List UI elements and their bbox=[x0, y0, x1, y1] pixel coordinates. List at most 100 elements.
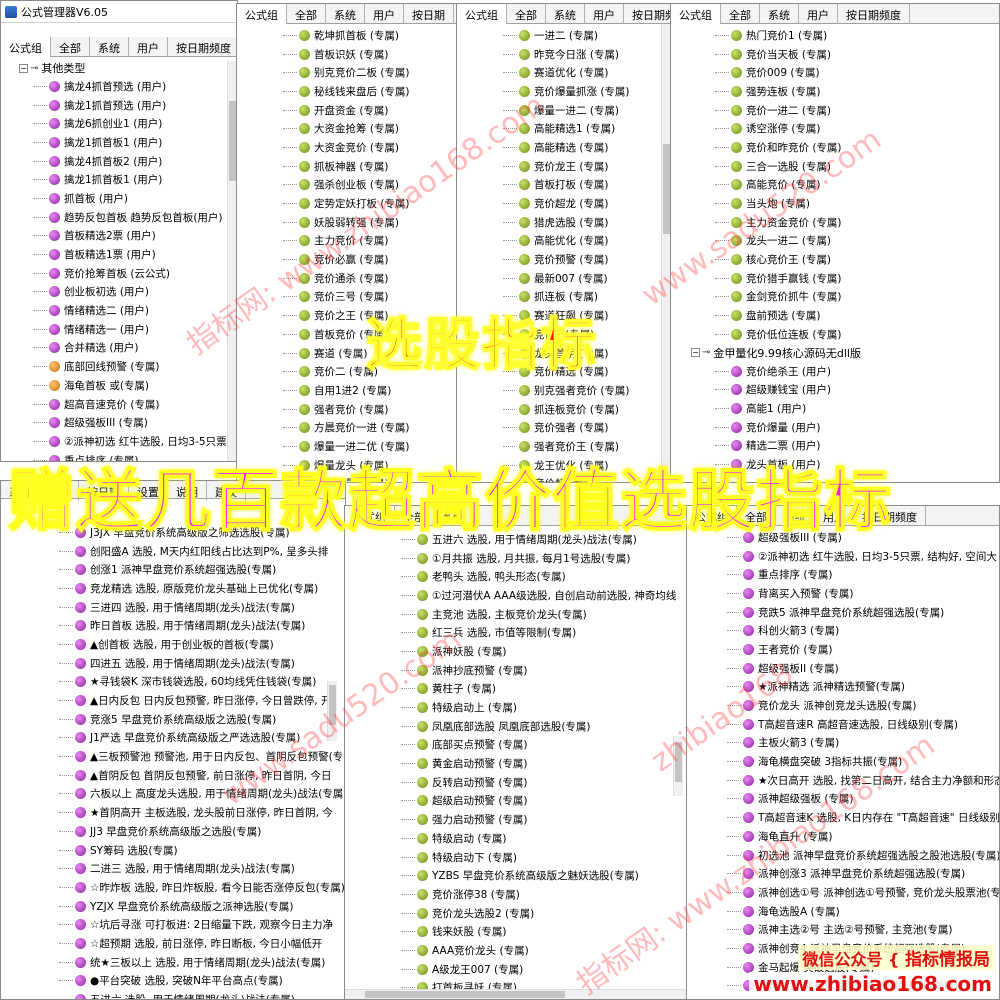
formula-item[interactable]: 四进五 选股, 用于情绪周期(龙头)战法(专属) bbox=[59, 654, 345, 673]
scroll-thumb[interactable] bbox=[365, 991, 565, 998]
formula-item[interactable]: 热门竞价1 (专属) bbox=[715, 26, 999, 45]
formula-item[interactable]: J1严选 早盘竞价系统高级版之严选选股(专属) bbox=[59, 729, 345, 748]
formula-item[interactable]: 妖股弱转强 (专属) bbox=[283, 213, 457, 232]
formula-item[interactable]: 首板识妖 (专属) bbox=[283, 45, 457, 64]
formula-item[interactable]: ☆坑后寻涨 可打板进: 2日缩量下跌, 观察今日主力净 bbox=[59, 915, 345, 934]
collapse-toggle-icon[interactable]: − bbox=[19, 63, 28, 73]
formula-item[interactable]: 科创火箭3 (专属) bbox=[727, 621, 999, 640]
formula-item[interactable]: 自用1进2 (专属) bbox=[283, 381, 457, 400]
formula-item[interactable]: ★寻钱袋K 深市钱袋选股, 60均线凭住钱袋(专属) bbox=[59, 673, 345, 692]
formula-item[interactable]: A级龙王007 (专属) bbox=[401, 960, 689, 979]
formula-item[interactable]: 老鸭头 选股, 鸭头形态(专属) bbox=[401, 567, 689, 586]
scroll-thumb[interactable] bbox=[229, 101, 236, 181]
formula-item[interactable]: 反转启动预警 (专属) bbox=[401, 773, 689, 792]
tab-user[interactable]: 用户 bbox=[799, 4, 838, 24]
formula-item[interactable]: YZJX 早盘竞价系统高级版之派神选股(专属) bbox=[59, 897, 345, 916]
formula-item[interactable]: ☆超预期 选股, 前日涨停, 昨日断板, 今日小幅低开 bbox=[59, 934, 345, 953]
formula-item[interactable]: 王者竞价 (专属) bbox=[727, 640, 999, 659]
formula-item[interactable]: 超级强板II (专属) bbox=[727, 659, 999, 678]
tab-by-date-frequency[interactable]: 按日期频度 bbox=[168, 37, 237, 57]
formula-item[interactable]: 派神创选①号 派神创选①号预警, 竞价龙头股票池(专 bbox=[727, 883, 999, 902]
tab-system[interactable]: 系统 bbox=[326, 4, 365, 24]
formula-item[interactable]: 昨日首板 选股, 用于情绪周期(龙头)战法(专属) bbox=[59, 616, 345, 635]
formula-item[interactable]: 擒龙1抓首板1 (用户) bbox=[33, 133, 237, 152]
formula-item[interactable]: 统★三板以上 选股, 用于情绪周期(龙头)战法(专属) bbox=[59, 953, 345, 972]
tab-user[interactable]: 用户 bbox=[129, 37, 168, 57]
formula-item[interactable]: 红三兵 选股, 市值等限制(专属) bbox=[401, 623, 689, 642]
formula-item[interactable]: 派神创涨3 派神早盘竞价系统超强选股(专属) bbox=[727, 864, 999, 883]
formula-item[interactable]: 竞龙精选 选股, 原版竞价龙头基础上已优化(专属) bbox=[59, 579, 345, 598]
formula-item[interactable]: 大资金竞价 (专属) bbox=[283, 138, 457, 157]
formula-item[interactable]: 爆量一进二 (专属) bbox=[503, 101, 671, 120]
formula-item[interactable]: 凤凰底部选股 凤凰底部选股(专属) bbox=[401, 717, 689, 736]
formula-item[interactable]: 特级启动下 (专属) bbox=[401, 848, 689, 867]
formula-item[interactable]: 派神主选②号 主选②号预警, 主竞池(专属) bbox=[727, 920, 999, 939]
tab-all[interactable]: 全部 bbox=[721, 4, 760, 24]
formula-item[interactable]: 二进三 选股, 用于情绪周期(龙头)战法(专属) bbox=[59, 859, 345, 878]
tab-user[interactable]: 用户 bbox=[365, 4, 404, 24]
formula-item[interactable]: 当头炮 (专属) bbox=[715, 194, 999, 213]
formula-item[interactable]: 强势连板 (专属) bbox=[715, 82, 999, 101]
formula-item[interactable]: 主力竞价 (专属) bbox=[283, 232, 457, 251]
formula-item[interactable]: JJ3 早盘竞价系统高级版之选股(专属) bbox=[59, 822, 345, 841]
formula-item[interactable]: 超级强板III (专属) bbox=[33, 413, 237, 432]
formula-item[interactable]: 竞价涨停38 (专属) bbox=[401, 885, 689, 904]
formula-item[interactable]: ▲创首板 选股, 用于创业板的首板(专属) bbox=[59, 635, 345, 654]
formula-item[interactable]: 擒龙4抓首板2 (用户) bbox=[33, 152, 237, 171]
formula-item[interactable]: 擒龙4抓首预选 (用户) bbox=[33, 77, 237, 96]
formula-item[interactable]: 竞价抢筹首板 (云公式) bbox=[33, 264, 237, 283]
tab-all[interactable]: 全部 bbox=[51, 37, 90, 57]
formula-item[interactable]: T高超音速R 高超音速选股, 日线级别(专属) bbox=[727, 715, 999, 734]
formula-item[interactable]: 黄柱子 (专属) bbox=[401, 680, 689, 699]
formula-item[interactable]: 擒龙1抓首预选 (用户) bbox=[33, 96, 237, 115]
collapse-toggle-icon[interactable]: − bbox=[691, 348, 700, 358]
formula-item[interactable]: 擒龙6抓创业1 (用户) bbox=[33, 114, 237, 133]
tab-formula-group[interactable]: 公式组 bbox=[237, 4, 287, 24]
formula-item[interactable]: 竞价当天板 (专属) bbox=[715, 45, 999, 64]
scroll-thumb[interactable] bbox=[663, 144, 670, 234]
formula-item[interactable]: 竞价和昨竞价 (专属) bbox=[715, 138, 999, 157]
formula-item[interactable]: 底部回线预警 (专属) bbox=[33, 357, 237, 376]
formula-item[interactable]: 一进二 (专属) bbox=[503, 26, 671, 45]
formula-item[interactable]: 乾坤抓首板 (专属) bbox=[283, 26, 457, 45]
formula-item[interactable]: 竞价一进二 (专属) bbox=[715, 101, 999, 120]
formula-item[interactable]: 盘前预选 (专属) bbox=[715, 306, 999, 325]
formula-item[interactable]: 派神抄底预警 (专属) bbox=[401, 661, 689, 680]
formula-item[interactable]: 核心竞价王 (专属) bbox=[715, 250, 999, 269]
formula-item[interactable]: 擒龙1抓首板1 (用户) bbox=[33, 170, 237, 189]
formula-item[interactable]: 金剑竞价抓牛 (专属) bbox=[715, 288, 999, 307]
vertical-scrollbar[interactable] bbox=[673, 736, 683, 796]
formula-item[interactable]: 抓首板 (用户) bbox=[33, 189, 237, 208]
tab-formula-group[interactable]: 公式组 bbox=[457, 4, 507, 24]
formula-item[interactable]: 高能优化 (专属) bbox=[503, 232, 671, 251]
formula-item[interactable]: 竞价预警 (专属) bbox=[503, 250, 671, 269]
formula-item[interactable]: 赛道优化 (专属) bbox=[503, 63, 671, 82]
formula-item[interactable]: 竞价通杀 (专属) bbox=[283, 269, 457, 288]
formula-item[interactable]: 派神妖股 (专属) bbox=[401, 642, 689, 661]
formula-item[interactable]: 诱空涨停 (专属) bbox=[715, 119, 999, 138]
formula-item[interactable]: 五进六 选股, 用于情绪周期(龙头)战法(专属) bbox=[59, 990, 345, 999]
tab-formula-group[interactable]: 公式组 bbox=[671, 4, 721, 24]
formula-item[interactable]: 六板以上 高度龙头选股, 用于情绪周期(龙头)战法(专属 bbox=[59, 785, 345, 804]
formula-item[interactable]: 首板精选1票 (用户) bbox=[33, 245, 237, 264]
formula-item[interactable]: 黄金启动预警 (专属) bbox=[401, 754, 689, 773]
formula-item[interactable]: 重点排序 (专属) bbox=[727, 565, 999, 584]
tree-folder-other[interactable]: − ⊸ 其他类型 bbox=[19, 59, 237, 77]
formula-item[interactable]: 最新007 (专属) bbox=[503, 269, 671, 288]
tab-system[interactable]: 系统 bbox=[90, 37, 129, 57]
formula-item[interactable]: 大资金抢筹 (专属) bbox=[283, 119, 457, 138]
formula-item[interactable]: 竞价猎手赢钱 (专属) bbox=[715, 269, 999, 288]
tab-formula-group[interactable]: 公式组 bbox=[1, 37, 51, 57]
formula-item[interactable]: 高能竞价 (专属) bbox=[715, 176, 999, 195]
formula-item[interactable]: 高能精选 (专属) bbox=[503, 138, 671, 157]
formula-item[interactable]: ▲日内反包 日内反包预警, 昨日涨停, 今日曾跌停, 开 bbox=[59, 691, 345, 710]
formula-item[interactable]: 竞价必赢 (专属) bbox=[283, 250, 457, 269]
formula-item[interactable]: 特级启动上 (专属) bbox=[401, 698, 689, 717]
formula-item[interactable]: 背离买入预警 (专属) bbox=[727, 584, 999, 603]
formula-item[interactable]: 三进四 选股, 用于情绪周期(龙头)战法(专属) bbox=[59, 598, 345, 617]
formula-item[interactable]: 定势定妖打板 (专属) bbox=[283, 194, 457, 213]
formula-item[interactable]: 竞价龙头 派神创竞龙头选股(专属) bbox=[727, 696, 999, 715]
formula-item[interactable]: 主板火箭3 (专属) bbox=[727, 734, 999, 753]
formula-item[interactable]: 竞价爆量 (用户) bbox=[715, 418, 999, 437]
formula-item[interactable]: 高能精选1 (专属) bbox=[503, 119, 671, 138]
